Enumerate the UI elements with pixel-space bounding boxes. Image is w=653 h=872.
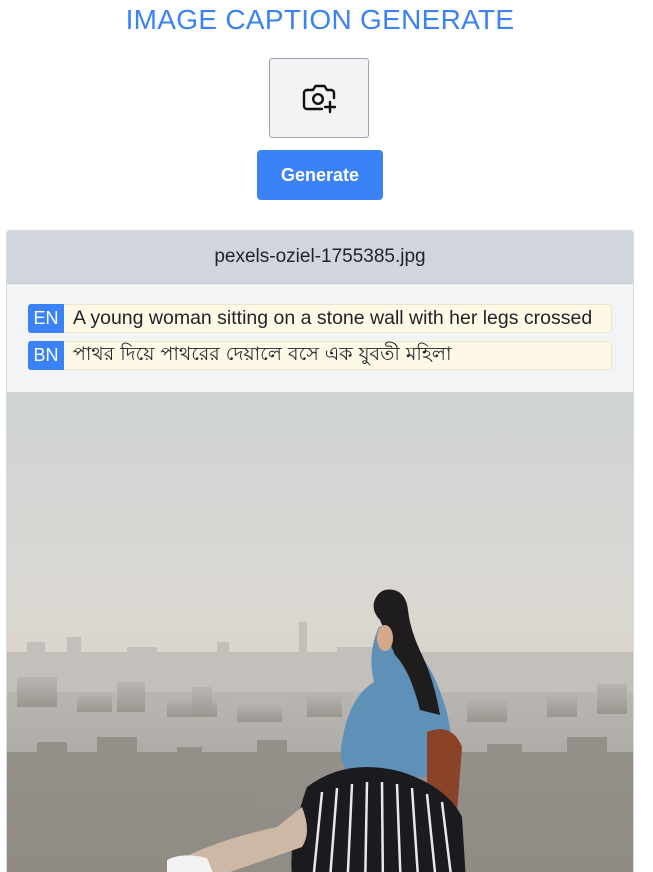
filename-header: pexels-oziel-1755385.jpg <box>7 231 633 284</box>
language-badge-en: EN <box>28 304 64 333</box>
result-card: pexels-oziel-1755385.jpg EN A young woma… <box>6 230 634 872</box>
caption-text-en: A young woman sitting on a stone wall wi… <box>64 304 612 333</box>
caption-text-bn: পাথর দিয়ে পাথরের দেয়ালে বসে এক যুবতী ম… <box>64 341 612 370</box>
filename-label: pexels-oziel-1755385.jpg <box>214 246 426 267</box>
image-upload-button[interactable] <box>269 58 369 138</box>
page-title: IMAGE CAPTION GENERATE <box>125 4 515 35</box>
page: IMAGE CAPTION GENERATE Generate pexels-o… <box>0 0 653 872</box>
caption-row-english: EN A young woman sitting on a stone wall… <box>28 304 612 333</box>
generate-button[interactable]: Generate <box>257 150 383 200</box>
uploaded-photo <box>7 392 633 872</box>
camera-plus-icon <box>302 84 337 114</box>
language-badge-bn: BN <box>28 341 64 370</box>
caption-row-bengali: BN পাথর দিয়ে পাথরের দেয়ালে বসে এক যুবত… <box>28 341 612 370</box>
